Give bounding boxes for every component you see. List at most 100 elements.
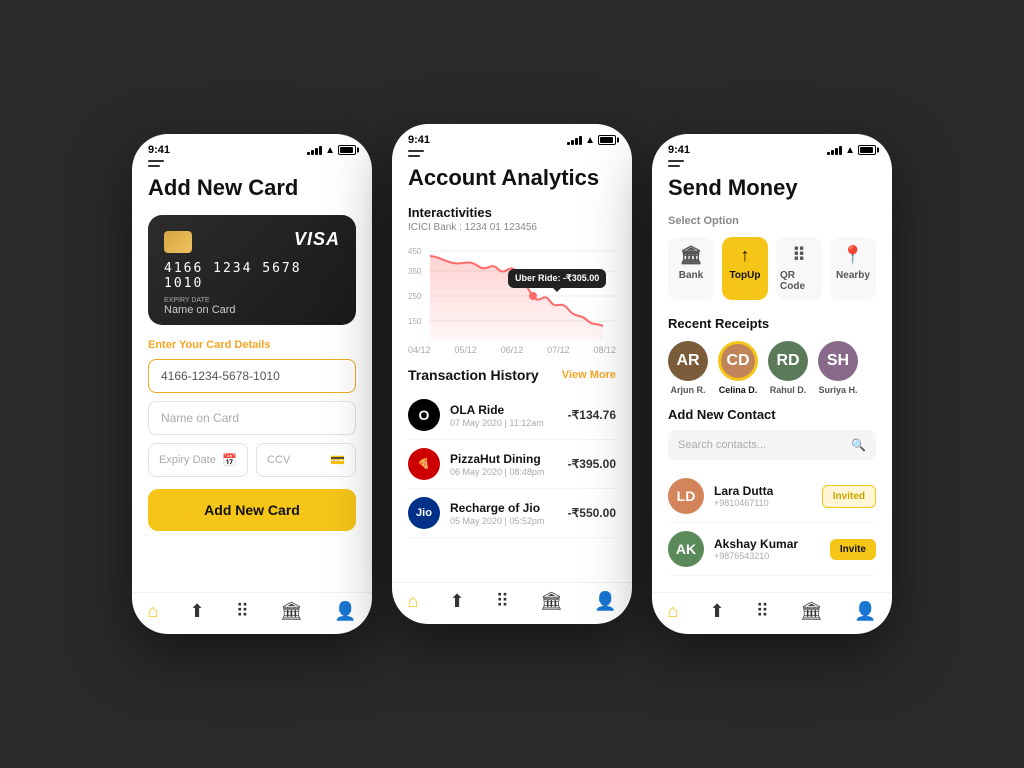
menu-icon-2[interactable] — [392, 150, 632, 165]
card-number-display: 4166 1234 5678 1010 — [164, 261, 340, 291]
credit-card-icon: 💳 — [330, 453, 345, 467]
bottom-nav-2: ⌂ ⬆ ⠿ 🏛 👤 — [392, 582, 632, 624]
phone1-content: Add New Card VISA 4166 1234 5678 1010 Ex… — [132, 175, 372, 592]
status-icons-3: ▲ — [827, 145, 876, 156]
avatar-arjun[interactable]: AR Arjun R. — [668, 341, 708, 395]
status-icons-2: ▲ — [567, 135, 616, 146]
search-bar[interactable]: Search contacts... 🔍 — [668, 430, 876, 460]
card-chip — [164, 231, 192, 253]
chart-title: Interactivities — [408, 205, 616, 220]
option-nearby[interactable]: 📍 Nearby — [830, 237, 876, 300]
nav-bank-1[interactable]: 🏛 — [280, 601, 303, 622]
profile-icon-1: 👤 — [334, 601, 356, 622]
nav-home-3[interactable]: ⌂ — [668, 601, 679, 622]
avatar-celina[interactable]: CD Celina D. — [718, 341, 758, 395]
recent-title: Recent Receipts — [668, 316, 876, 331]
menu-icon-3[interactable] — [652, 160, 892, 175]
bank-icon-2: 🏛 — [540, 591, 563, 612]
expiry-input[interactable]: Expiry Date 📅 — [148, 443, 248, 477]
expiry-ccv-row: Expiry Date 📅 CCV 💳 — [148, 443, 356, 477]
status-time-1: 9:41 — [148, 144, 170, 156]
chart-section: Interactivities ICICI Bank : 1234 01 123… — [408, 205, 616, 355]
arjun-avatar: AR — [668, 341, 708, 381]
card-number-input[interactable]: 4166-1234-5678-1010 — [148, 359, 356, 393]
option-qrcode[interactable]: ⠿ QR Code — [776, 237, 822, 300]
wifi-icon-2: ▲ — [585, 135, 595, 146]
akshay-invite-btn[interactable]: Invite — [830, 539, 876, 560]
contacts-section: Add New Contact Search contacts... 🔍 LD … — [668, 407, 876, 576]
pizza-amount: -₹395.00 — [568, 457, 616, 471]
home-icon-2: ⌂ — [408, 591, 419, 612]
option-topup[interactable]: ↑ TopUp — [722, 237, 768, 300]
nav-profile-3[interactable]: 👤 — [854, 601, 876, 622]
card-visual: VISA 4166 1234 5678 1010 Expiry Date Nam… — [148, 215, 356, 325]
qr-icon-3: ⠿ — [756, 601, 769, 622]
chart-area: 450 350 250 150 — [408, 241, 616, 341]
lara-info: Lara Dutta +9810467110 — [714, 484, 822, 508]
status-bar-3: 9:41 ▲ — [652, 134, 892, 160]
send-icon-3: ⬆ — [710, 601, 725, 622]
avatar-suriya[interactable]: SH Suriya H. — [818, 341, 858, 395]
qr-icon-2: ⠿ — [496, 591, 509, 612]
nav-send-2[interactable]: ⬆ — [450, 591, 465, 612]
chart-subtitle: ICICI Bank : 1234 01 123456 — [408, 222, 616, 233]
profile-icon-2: 👤 — [594, 591, 616, 612]
lara-avatar: LD — [668, 478, 704, 514]
svg-text:250: 250 — [408, 292, 422, 301]
jio-info: Recharge of Jio 05 May 2020 | 05:52pm — [450, 501, 568, 526]
akshay-avatar: AK — [668, 531, 704, 567]
add-card-button[interactable]: Add New Card — [148, 489, 356, 531]
wifi-icon-3: ▲ — [845, 145, 855, 156]
status-bar-1: 9:41 ▲ — [132, 134, 372, 160]
transaction-jio: Jio Recharge of Jio 05 May 2020 | 05:52p… — [408, 489, 616, 538]
send-money-title: Send Money — [668, 175, 876, 201]
ola-info: OLA Ride 07 May 2020 | 11:12am — [450, 403, 568, 428]
pizza-info: PizzaHut Dining 06 May 2020 | 08:48pm — [450, 452, 568, 477]
send-icon-2: ⬆ — [450, 591, 465, 612]
chart-tooltip: Uber Ride: -₹305.00 — [508, 269, 606, 288]
card-bottom: Expiry Date Name on Card — [164, 297, 340, 316]
analytics-title: Account Analytics — [408, 165, 616, 191]
bank-option-icon: 🏛 — [680, 245, 703, 266]
nearby-option-icon: 📍 — [842, 245, 864, 266]
add-card-title: Add New Card — [148, 175, 356, 201]
celina-avatar: CD — [718, 341, 758, 381]
phone-send-money: 9:41 ▲ Send Money Select Option 🏛 Bank — [652, 134, 892, 634]
status-time-3: 9:41 — [668, 144, 690, 156]
status-icons-1: ▲ — [307, 145, 356, 156]
nav-send-3[interactable]: ⬆ — [710, 601, 725, 622]
lara-invited-btn[interactable]: Invited — [822, 485, 876, 508]
bank-icon-3: 🏛 — [800, 601, 823, 622]
home-icon-1: ⌂ — [148, 601, 159, 622]
option-bank[interactable]: 🏛 Bank — [668, 237, 714, 300]
battery-icon-1 — [338, 145, 356, 155]
ola-amount: -₹134.76 — [568, 408, 616, 422]
jio-amount: -₹550.00 — [568, 506, 616, 520]
avatar-rahul[interactable]: RD Rahul D. — [768, 341, 808, 395]
search-icon: 🔍 — [851, 438, 866, 452]
nav-home-2[interactable]: ⌂ — [408, 591, 419, 612]
nav-send-1[interactable]: ⬆ — [190, 601, 205, 622]
nav-bank-3[interactable]: 🏛 — [800, 601, 823, 622]
menu-icon-1[interactable] — [132, 160, 372, 175]
wifi-icon-1: ▲ — [325, 145, 335, 156]
nav-qr-1[interactable]: ⠿ — [236, 601, 249, 622]
signal-icon-3 — [827, 145, 842, 155]
nav-qr-2[interactable]: ⠿ — [496, 591, 509, 612]
nav-qr-3[interactable]: ⠿ — [756, 601, 769, 622]
battery-icon-2 — [598, 135, 616, 145]
suriya-avatar: SH — [818, 341, 858, 381]
nav-profile-2[interactable]: 👤 — [594, 591, 616, 612]
qr-option-icon: ⠿ — [792, 245, 805, 266]
svg-text:450: 450 — [408, 247, 422, 256]
view-more-btn[interactable]: View More — [562, 369, 616, 381]
search-placeholder-text: Search contacts... — [678, 439, 851, 451]
transaction-title: Transaction History — [408, 367, 539, 383]
name-input[interactable]: Name on Card — [148, 401, 356, 435]
nav-home-1[interactable]: ⌂ — [148, 601, 159, 622]
ccv-input[interactable]: CCV 💳 — [256, 443, 356, 477]
profile-icon-3: 👤 — [854, 601, 876, 622]
nav-profile-1[interactable]: 👤 — [334, 601, 356, 622]
nav-bank-2[interactable]: 🏛 — [540, 591, 563, 612]
status-time-2: 9:41 — [408, 134, 430, 146]
